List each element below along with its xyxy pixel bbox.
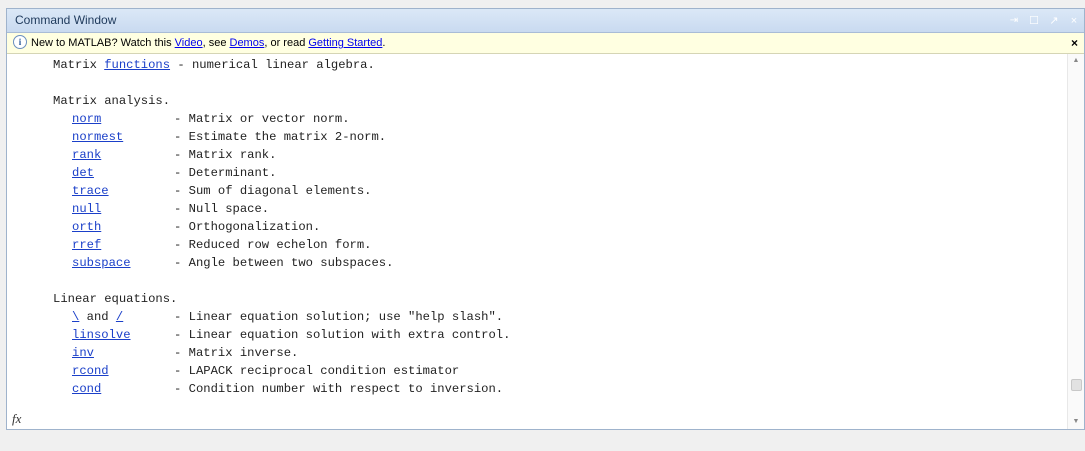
function-link-norm[interactable]: norm	[72, 112, 101, 126]
function-description: - Reduced row echelon form.	[174, 238, 372, 252]
function-link-inv[interactable]: inv	[72, 346, 94, 360]
scroll-down-icon[interactable]: ▼	[1068, 415, 1084, 429]
function-link-rank[interactable]: rank	[72, 148, 101, 162]
function-link-cond[interactable]: cond	[72, 382, 101, 396]
console-output[interactable]: Matrix functions - numerical linear alge…	[7, 54, 1068, 429]
function-link-rcond[interactable]: rcond	[72, 364, 109, 378]
header-text: Matrix	[53, 58, 105, 72]
function-row: norm	[72, 110, 101, 128]
command-window-titlebar[interactable]: Command Window ⇥ ☐ ↗ ×	[7, 9, 1084, 33]
function-description: - Angle between two subspaces.	[174, 256, 394, 270]
function-description: - Null space.	[174, 202, 270, 216]
function-row: \ and /	[72, 308, 123, 326]
info-text: , see	[202, 37, 230, 49]
fx-prompt-icon[interactable]: fx	[12, 411, 21, 427]
function-row: trace	[72, 182, 109, 200]
function-description: - Matrix inverse.	[174, 346, 299, 360]
scroll-up-icon[interactable]: ▲	[1068, 54, 1084, 68]
info-text-prefix: New to MATLAB? Watch this	[31, 37, 175, 49]
function-row: rref	[72, 236, 101, 254]
function-description: - Determinant.	[174, 166, 277, 180]
console-header: Matrix functions - numerical linear alge…	[53, 56, 375, 74]
function-link-orth[interactable]: orth	[72, 220, 101, 234]
function-description: - Linear equation solution with extra co…	[174, 328, 511, 342]
fx-label: fx	[12, 411, 22, 426]
function-row: det	[72, 164, 94, 182]
undock-icon[interactable]: ↗	[1048, 15, 1060, 27]
function-link-normest[interactable]: normest	[72, 130, 123, 144]
function-link-null[interactable]: null	[72, 202, 101, 216]
scrollbar-thumb[interactable]	[1071, 379, 1082, 391]
function-description: - Orthogonalization.	[174, 220, 321, 234]
function-row: rank	[72, 146, 101, 164]
function-row: orth	[72, 218, 101, 236]
header-text: - numerical linear algebra.	[170, 58, 375, 72]
command-window[interactable]: Command Window ⇥ ☐ ↗ × i New to MATLAB? W…	[6, 8, 1085, 430]
function-row: subspace	[72, 254, 131, 272]
function-row: normest	[72, 128, 123, 146]
function-description: - Linear equation solution; use "help sl…	[174, 310, 504, 324]
function-row: cond	[72, 380, 101, 398]
function-link-det[interactable]: det	[72, 166, 94, 180]
function-row: linsolve	[72, 326, 131, 344]
function-row: rcond	[72, 362, 109, 380]
video-link[interactable]: Video	[175, 37, 203, 49]
getting-started-link[interactable]: Getting Started	[308, 37, 382, 49]
slash-link[interactable]: /	[116, 310, 123, 324]
vertical-scrollbar[interactable]: ▲ ▼	[1067, 54, 1084, 429]
function-row: inv	[72, 344, 94, 362]
dock-icon[interactable]: ⇥	[1008, 15, 1020, 27]
function-description: - Estimate the matrix 2-norm.	[174, 130, 387, 144]
section-heading-analysis: Matrix analysis.	[53, 94, 171, 108]
function-description: - Matrix or vector norm.	[174, 112, 350, 126]
maximize-icon[interactable]: ☐	[1028, 15, 1040, 27]
info-icon: i	[13, 35, 27, 50]
info-close-icon[interactable]: ×	[1071, 33, 1078, 53]
function-description: - Sum of diagonal elements.	[174, 184, 372, 198]
info-text: , or read	[264, 37, 309, 49]
close-icon[interactable]: ×	[1068, 15, 1080, 27]
function-description: - LAPACK reciprocal condition estimator	[174, 364, 460, 378]
section-heading-equations: Linear equations.	[53, 292, 178, 306]
function-description: - Matrix rank.	[174, 148, 277, 162]
demos-link[interactable]: Demos	[230, 37, 265, 49]
function-link-rref[interactable]: rref	[72, 238, 101, 252]
and-text: and	[79, 310, 116, 324]
function-row: null	[72, 200, 101, 218]
info-text: .	[382, 37, 386, 49]
info-bar: i New to MATLAB? Watch this Video, see De…	[7, 33, 1084, 54]
functions-link[interactable]: functions	[104, 58, 170, 72]
function-link-linsolve[interactable]: linsolve	[72, 328, 131, 342]
window-controls: ⇥ ☐ ↗ ×	[1008, 9, 1080, 32]
function-link-trace[interactable]: trace	[72, 184, 109, 198]
function-description: - Condition number with respect to inver…	[174, 382, 504, 396]
window-title: Command Window	[15, 13, 117, 27]
function-link-subspace[interactable]: subspace	[72, 256, 131, 270]
